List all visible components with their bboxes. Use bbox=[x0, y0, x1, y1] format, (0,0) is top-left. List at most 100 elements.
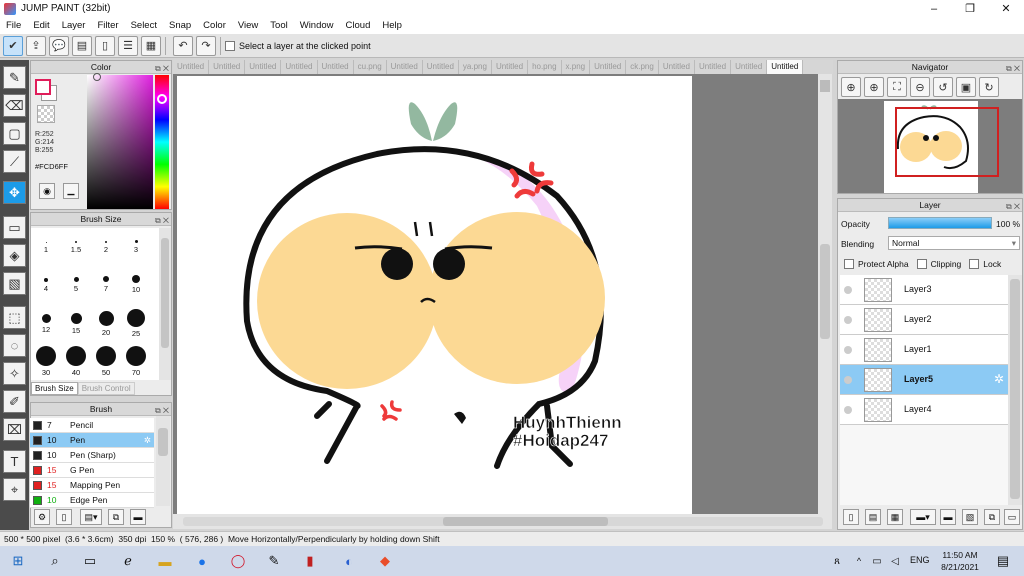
navigator-view-box[interactable] bbox=[895, 107, 999, 177]
comment-icon[interactable]: 💬 bbox=[49, 35, 69, 56]
menu-filter[interactable]: Filter bbox=[91, 20, 124, 31]
document-tab[interactable]: ck.png bbox=[626, 60, 659, 74]
foreground-color-swatch[interactable] bbox=[35, 79, 51, 95]
menu-window[interactable]: Window bbox=[294, 20, 340, 31]
eyedropper-icon[interactable]: ▁ bbox=[63, 183, 79, 199]
brush-size-scrollbar[interactable] bbox=[159, 228, 171, 380]
opacity-slider[interactable] bbox=[888, 217, 992, 229]
navigator-preview[interactable] bbox=[838, 99, 1022, 193]
brush-size-option[interactable]: 50 bbox=[93, 346, 119, 377]
document-tab[interactable]: cu.png bbox=[354, 60, 387, 74]
menu-tool[interactable]: Tool bbox=[264, 20, 293, 31]
document-tab[interactable]: Untitled bbox=[695, 60, 732, 74]
menu-cloud[interactable]: Cloud bbox=[340, 20, 377, 31]
magic-wand-tool-icon[interactable]: ✧ bbox=[3, 362, 26, 385]
brush-size-option[interactable]: 7 bbox=[93, 276, 119, 293]
opera-icon[interactable]: ◯ bbox=[229, 552, 247, 570]
tab-brush-control[interactable]: Brush Control bbox=[77, 382, 135, 395]
document-tab[interactable]: Untitled bbox=[492, 60, 529, 74]
document-tab[interactable]: Untitled bbox=[423, 60, 459, 74]
brush-size-option[interactable]: 40 bbox=[63, 346, 89, 377]
volume-icon[interactable]: ◁ bbox=[886, 552, 904, 570]
brush-size-option[interactable]: 15 bbox=[63, 313, 89, 335]
tray-chevron-icon[interactable]: ^ bbox=[850, 552, 868, 570]
brush-folder-icon[interactable]: ▬ bbox=[130, 509, 146, 525]
visibility-icon[interactable] bbox=[844, 376, 852, 384]
rect-tool-icon[interactable]: ▢ bbox=[3, 122, 26, 145]
minimize-button[interactable]: – bbox=[916, 0, 952, 17]
horizontal-scroll-thumb[interactable] bbox=[443, 517, 608, 526]
layer-row[interactable]: Layer3 bbox=[840, 275, 1008, 305]
layer-settings-icon[interactable]: ✲ bbox=[994, 372, 1004, 386]
brush-size-option[interactable]: 1.5 bbox=[63, 241, 89, 254]
layer-row[interactable]: Layer2 bbox=[840, 305, 1008, 335]
tab-brush-size[interactable]: Brush Size bbox=[31, 382, 78, 395]
redo-icon[interactable]: ↷ bbox=[196, 35, 216, 56]
visibility-icon[interactable] bbox=[844, 286, 852, 294]
layer-menu-icon[interactable]: ▬▾ bbox=[910, 509, 936, 525]
select-rect-tool-icon[interactable]: ⬚ bbox=[3, 306, 26, 329]
brush-item[interactable]: 10 Pen (Sharp) bbox=[30, 448, 154, 463]
page-icon[interactable]: ▯ bbox=[95, 35, 115, 56]
canvas-area[interactable]: HuynhThienn #Hoidap247 bbox=[173, 74, 818, 514]
edge-icon[interactable]: ℯ bbox=[119, 552, 137, 570]
menu-edit[interactable]: Edit bbox=[27, 20, 55, 31]
brush-copy-icon[interactable]: ⧉ bbox=[108, 509, 124, 525]
notifications-icon[interactable]: ▤ bbox=[994, 552, 1012, 570]
palette-icon[interactable]: ◉ bbox=[39, 183, 55, 199]
brush-size-option[interactable]: 5 bbox=[63, 277, 89, 293]
visibility-icon[interactable] bbox=[844, 406, 852, 414]
document-tab[interactable]: Untitled bbox=[767, 60, 804, 74]
zoom-out-icon[interactable]: ⊖ bbox=[910, 77, 930, 97]
undo-icon[interactable]: ↶ bbox=[173, 35, 193, 56]
canvas-page[interactable]: HuynhThienn #Hoidap247 bbox=[177, 76, 692, 514]
line-tool-icon[interactable]: ⟋ bbox=[3, 150, 26, 173]
select-layer-checkbox[interactable] bbox=[225, 40, 235, 51]
brush-item[interactable]: 7 Pencil bbox=[30, 418, 154, 433]
message-icon[interactable]: ▤ bbox=[72, 35, 92, 56]
brush-size-option[interactable]: 20 bbox=[93, 311, 119, 337]
layer-merge-icon[interactable]: ▧ bbox=[962, 509, 978, 525]
eraser-tool-icon[interactable]: ⌫ bbox=[3, 94, 26, 117]
eyedropper-tool-icon[interactable]: ⌖ bbox=[3, 478, 26, 501]
file-explorer-icon[interactable]: ▬ bbox=[156, 552, 174, 570]
brush-gear-icon[interactable]: ✲ bbox=[144, 433, 151, 447]
canvas-horizontal-scrollbar[interactable] bbox=[173, 514, 832, 529]
document-tab[interactable]: Untitled bbox=[173, 60, 210, 74]
document-tab[interactable]: Untitled bbox=[590, 60, 627, 74]
layer-duplicate-icon[interactable]: ⧉ bbox=[984, 509, 1000, 525]
fill-tool-icon[interactable]: ◈ bbox=[3, 244, 26, 267]
layer-delete-icon[interactable]: ▭ bbox=[1004, 509, 1020, 525]
visibility-icon[interactable] bbox=[844, 316, 852, 324]
brush-item[interactable]: 10 Pen ✲ bbox=[30, 433, 154, 448]
menu-layer[interactable]: Layer bbox=[56, 20, 92, 31]
zoom-fit-icon[interactable]: ⊕ bbox=[841, 77, 861, 97]
people-icon[interactable]: ጸ bbox=[828, 552, 846, 570]
menu-file[interactable]: File bbox=[0, 20, 27, 31]
new-brush-icon[interactable]: ▯ bbox=[56, 509, 72, 525]
document-tab[interactable]: ho.png bbox=[528, 60, 562, 74]
network-icon[interactable]: ▭ bbox=[868, 552, 886, 570]
layer-mask-icon[interactable]: ▦ bbox=[887, 509, 903, 525]
select-eraser-tool-icon[interactable]: ⌧ bbox=[3, 418, 26, 441]
document-tab[interactable]: x.png bbox=[562, 60, 591, 74]
zalo-icon[interactable]: ● bbox=[193, 552, 211, 570]
document-tab[interactable]: ya.png bbox=[459, 60, 492, 74]
pen-tool-icon[interactable]: ✎ bbox=[3, 66, 26, 89]
language-indicator[interactable]: ENG bbox=[910, 555, 930, 565]
select-pen-tool-icon[interactable]: ✐ bbox=[3, 390, 26, 413]
brush-item[interactable]: 10 Edge Pen bbox=[30, 493, 154, 508]
color-saturation-picker[interactable] bbox=[87, 75, 153, 209]
layer-row[interactable]: Layer5 ✲ bbox=[840, 365, 1008, 395]
document-tab[interactable]: Untitled bbox=[387, 60, 423, 74]
lasso-tool-icon[interactable]: ◌ bbox=[3, 334, 26, 357]
windows-start-icon[interactable]: ⊞ bbox=[9, 552, 27, 570]
brush-size-option[interactable]: 10 bbox=[123, 275, 149, 294]
document-tab[interactable]: Untitled bbox=[209, 60, 246, 74]
brush-size-option[interactable]: 2 bbox=[93, 241, 119, 254]
menu-select[interactable]: Select bbox=[125, 20, 163, 31]
document-tab[interactable]: Untitled bbox=[731, 60, 768, 74]
menu-color[interactable]: Color bbox=[197, 20, 232, 31]
search-icon[interactable]: ⌕ bbox=[46, 552, 64, 570]
lock-checkbox[interactable] bbox=[969, 259, 980, 269]
